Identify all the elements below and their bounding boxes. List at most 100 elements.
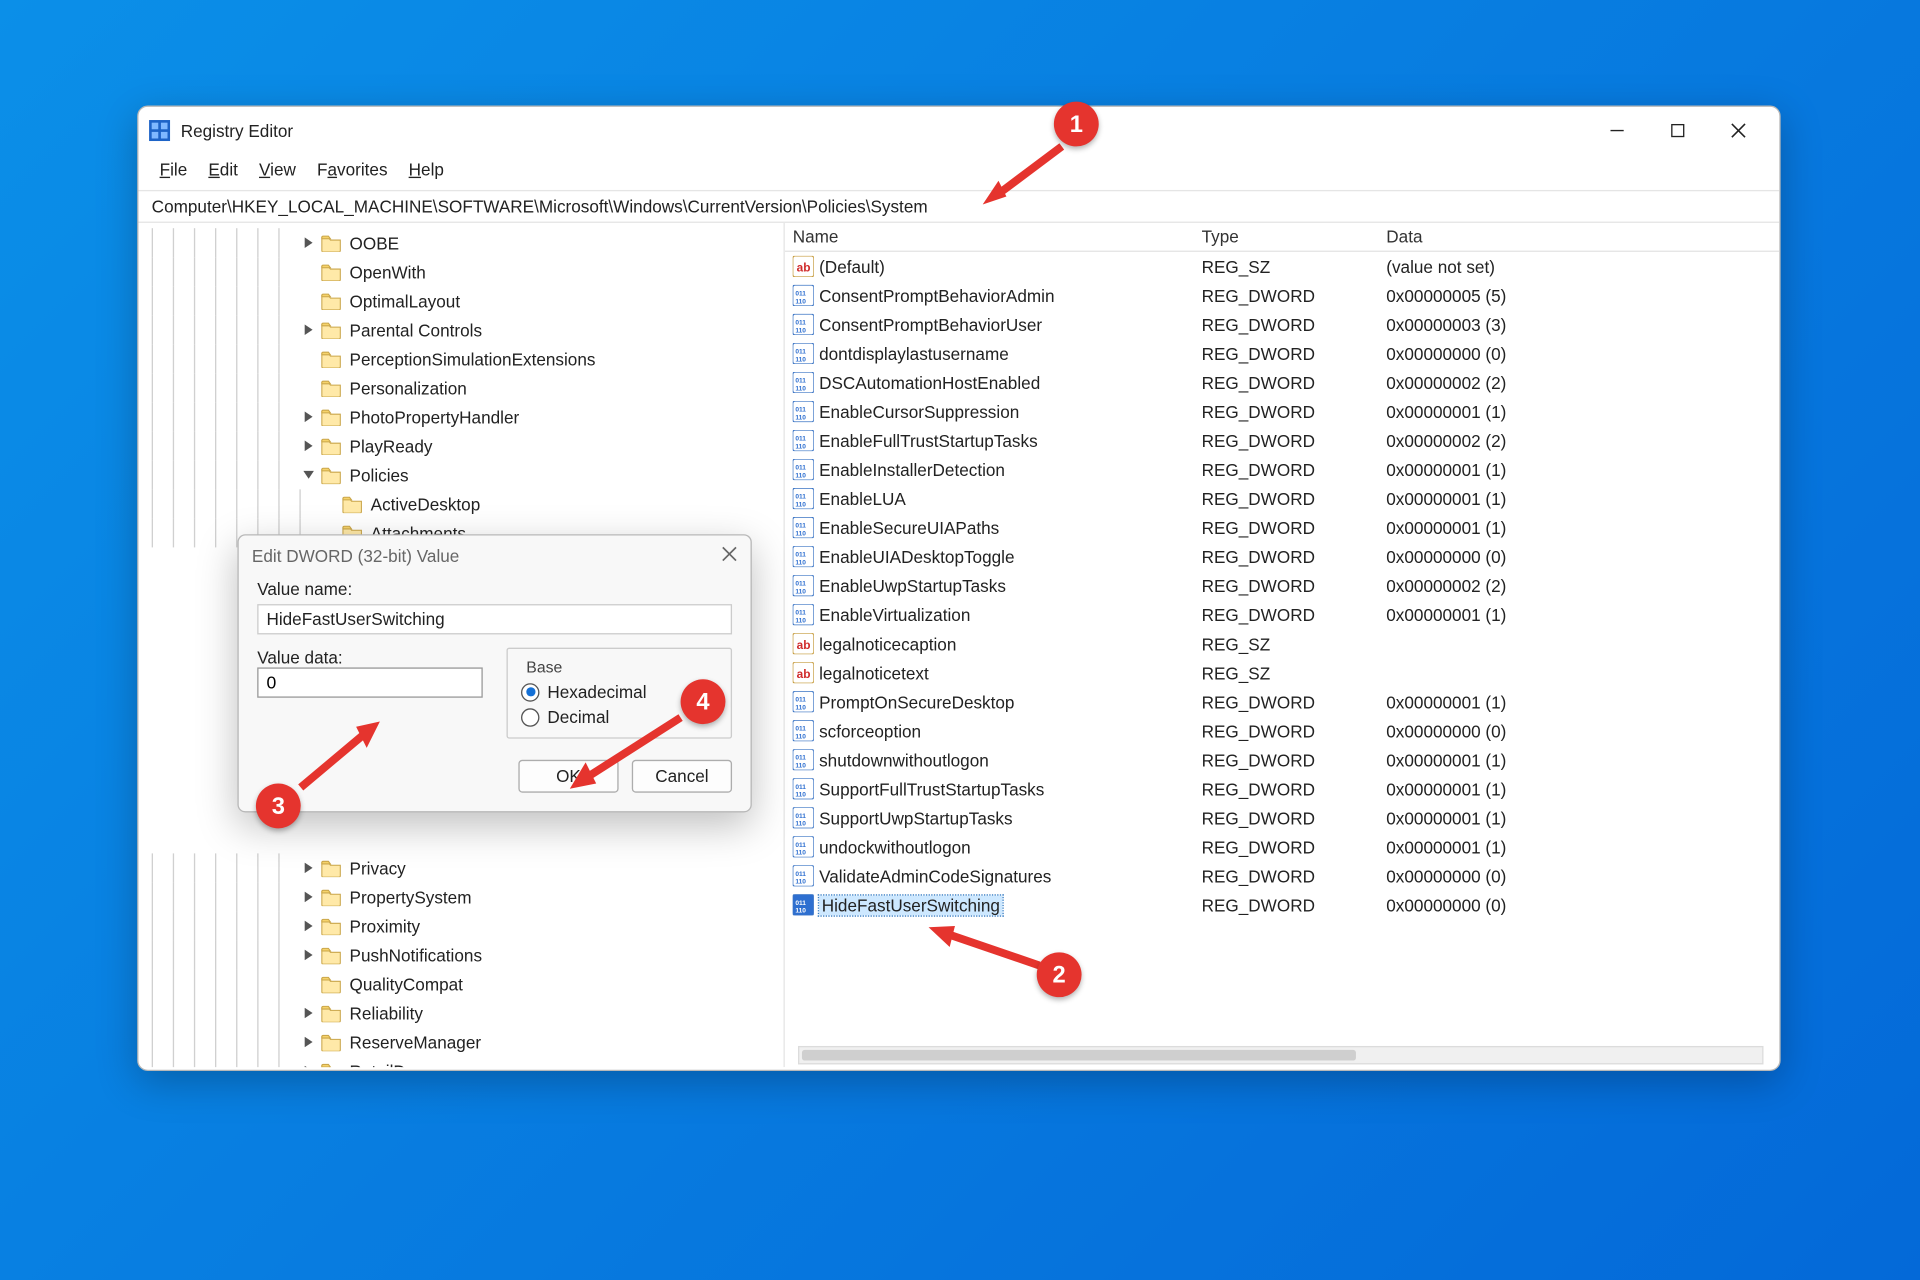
tree-item[interactable]: Parental Controls xyxy=(138,315,783,344)
col-name[interactable]: Name xyxy=(793,227,1202,247)
tree-expander-icon[interactable] xyxy=(299,441,317,452)
dialog-title: Edit DWORD (32-bit) Value xyxy=(252,546,459,566)
value-row[interactable]: 011110SupportUwpStartupTasksREG_DWORD0x0… xyxy=(785,803,1780,832)
folder-icon xyxy=(321,321,342,339)
svg-text:011: 011 xyxy=(795,348,806,355)
tree-item[interactable]: PlayReady xyxy=(138,431,783,460)
value-row[interactable]: ab(Default)REG_SZ(value not set) xyxy=(785,252,1780,281)
value-row[interactable]: 011110EnableUIADesktopToggleREG_DWORD0x0… xyxy=(785,542,1780,571)
value-row[interactable]: ablegalnoticecaptionREG_SZ xyxy=(785,629,1780,658)
menu-file[interactable]: File xyxy=(152,157,195,182)
svg-text:110: 110 xyxy=(795,705,806,712)
value-row[interactable]: 011110ConsentPromptBehaviorUserREG_DWORD… xyxy=(785,310,1780,339)
base-label: Base xyxy=(521,658,568,676)
value-row[interactable]: 011110scforceoptionREG_DWORD0x00000000 (… xyxy=(785,716,1780,745)
close-button[interactable] xyxy=(1708,109,1769,151)
svg-text:011: 011 xyxy=(795,378,806,385)
horizontal-scrollbar[interactable] xyxy=(798,1046,1764,1064)
svg-text:011: 011 xyxy=(795,407,806,414)
tree-expander-icon[interactable] xyxy=(299,1066,317,1067)
tree-item[interactable]: RetailDemo xyxy=(138,1057,783,1068)
tree-item[interactable]: Policies xyxy=(138,460,783,489)
menu-favorites[interactable]: Favorites xyxy=(309,157,395,182)
value-row[interactable]: 011110DSCAutomationHostEnabledREG_DWORD0… xyxy=(785,368,1780,397)
tree-item[interactable]: Proximity xyxy=(138,911,783,940)
menu-bar: File Edit View Favorites Help xyxy=(138,154,1779,190)
tree-expander-icon[interactable] xyxy=(299,470,317,481)
value-row[interactable]: 011110HideFastUserSwitchingREG_DWORD0x00… xyxy=(785,890,1780,919)
tree-item[interactable]: OptimalLayout xyxy=(138,286,783,315)
menu-help[interactable]: Help xyxy=(401,157,452,182)
svg-text:011: 011 xyxy=(795,813,806,820)
tree-item[interactable]: PhotoPropertyHandler xyxy=(138,402,783,431)
value-row[interactable]: 011110EnableUwpStartupTasksREG_DWORD0x00… xyxy=(785,571,1780,600)
dword-value-icon: 011110 xyxy=(793,459,814,480)
dword-value-icon: 011110 xyxy=(793,314,814,335)
tree-expander-icon[interactable] xyxy=(299,1037,317,1048)
menu-view[interactable]: View xyxy=(251,157,304,182)
tree-item[interactable]: ActiveDesktop xyxy=(138,489,783,518)
tree-item[interactable]: Privacy xyxy=(138,853,783,882)
dword-value-icon: 011110 xyxy=(793,604,814,625)
col-type[interactable]: Type xyxy=(1202,227,1387,247)
value-data-input[interactable] xyxy=(257,667,483,697)
address-bar[interactable]: Computer\HKEY_LOCAL_MACHINE\SOFTWARE\Mic… xyxy=(138,190,1779,223)
tree-item[interactable]: OpenWith xyxy=(138,257,783,286)
svg-text:011: 011 xyxy=(795,436,806,443)
tree-item[interactable]: OOBE xyxy=(138,228,783,257)
value-row[interactable]: 011110SupportFullTrustStartupTasksREG_DW… xyxy=(785,774,1780,803)
maximize-button[interactable] xyxy=(1647,109,1708,151)
menu-edit[interactable]: Edit xyxy=(200,157,245,182)
annotation-badge-1: 1 xyxy=(1054,102,1099,147)
folder-icon xyxy=(321,291,342,309)
value-row[interactable]: 011110EnableVirtualizationREG_DWORD0x000… xyxy=(785,600,1780,629)
svg-text:110: 110 xyxy=(795,850,806,857)
svg-text:011: 011 xyxy=(795,581,806,588)
dword-value-icon: 011110 xyxy=(793,285,814,306)
tree-item[interactable]: ReserveManager xyxy=(138,1028,783,1057)
tree-item[interactable]: QualityCompat xyxy=(138,969,783,998)
tree-expander-icon[interactable] xyxy=(299,324,317,335)
tree-item[interactable]: PropertySystem xyxy=(138,882,783,911)
minimize-button[interactable] xyxy=(1587,109,1648,151)
col-data[interactable]: Data xyxy=(1386,227,1779,247)
tree-item[interactable]: Reliability xyxy=(138,998,783,1027)
value-row[interactable]: ablegalnoticetextREG_SZ xyxy=(785,658,1780,687)
tree-expander-icon[interactable] xyxy=(299,237,317,248)
column-headers[interactable]: Name Type Data xyxy=(785,223,1780,252)
value-row[interactable]: 011110ValidateAdminCodeSignaturesREG_DWO… xyxy=(785,861,1780,890)
svg-text:011: 011 xyxy=(795,494,806,501)
svg-text:011: 011 xyxy=(795,523,806,530)
value-row[interactable]: 011110EnableInstallerDetectionREG_DWORD0… xyxy=(785,455,1780,484)
value-row[interactable]: 011110EnableLUAREG_DWORD0x00000001 (1) xyxy=(785,484,1780,513)
dword-value-icon: 011110 xyxy=(793,807,814,828)
value-row[interactable]: 011110undockwithoutlogonREG_DWORD0x00000… xyxy=(785,832,1780,861)
value-row[interactable]: 011110EnableSecureUIAPathsREG_DWORD0x000… xyxy=(785,513,1780,542)
value-row[interactable]: 011110EnableCursorSuppressionREG_DWORD0x… xyxy=(785,397,1780,426)
annotation-arrow-4 xyxy=(565,712,692,791)
folder-icon xyxy=(321,917,342,935)
value-row[interactable]: 011110ConsentPromptBehaviorAdminREG_DWOR… xyxy=(785,281,1780,310)
value-row[interactable]: 011110PromptOnSecureDesktopREG_DWORD0x00… xyxy=(785,687,1780,716)
value-row[interactable]: 011110dontdisplaylastusernameREG_DWORD0x… xyxy=(785,339,1780,368)
tree-expander-icon[interactable] xyxy=(299,1008,317,1019)
dword-value-icon: 011110 xyxy=(793,488,814,509)
annotation-arrow-1 xyxy=(983,138,1075,204)
tree-item[interactable]: PushNotifications xyxy=(138,940,783,969)
tree-item[interactable]: PerceptionSimulationExtensions xyxy=(138,344,783,373)
tree-item[interactable]: Personalization xyxy=(138,373,783,402)
dialog-close-button[interactable] xyxy=(721,546,737,566)
tree-expander-icon[interactable] xyxy=(299,892,317,903)
value-row[interactable]: 011110EnableFullTrustStartupTasksREG_DWO… xyxy=(785,426,1780,455)
titlebar[interactable]: Registry Editor xyxy=(138,107,1779,154)
folder-icon xyxy=(321,466,342,484)
tree-expander-icon[interactable] xyxy=(299,863,317,874)
tree-expander-icon[interactable] xyxy=(299,921,317,932)
folder-icon xyxy=(321,408,342,426)
tree-expander-icon[interactable] xyxy=(299,950,317,961)
svg-text:110: 110 xyxy=(795,414,806,421)
svg-text:ab: ab xyxy=(797,667,811,681)
value-row[interactable]: 011110shutdownwithoutlogonREG_DWORD0x000… xyxy=(785,745,1780,774)
folder-icon xyxy=(321,437,342,455)
tree-expander-icon[interactable] xyxy=(299,412,317,423)
